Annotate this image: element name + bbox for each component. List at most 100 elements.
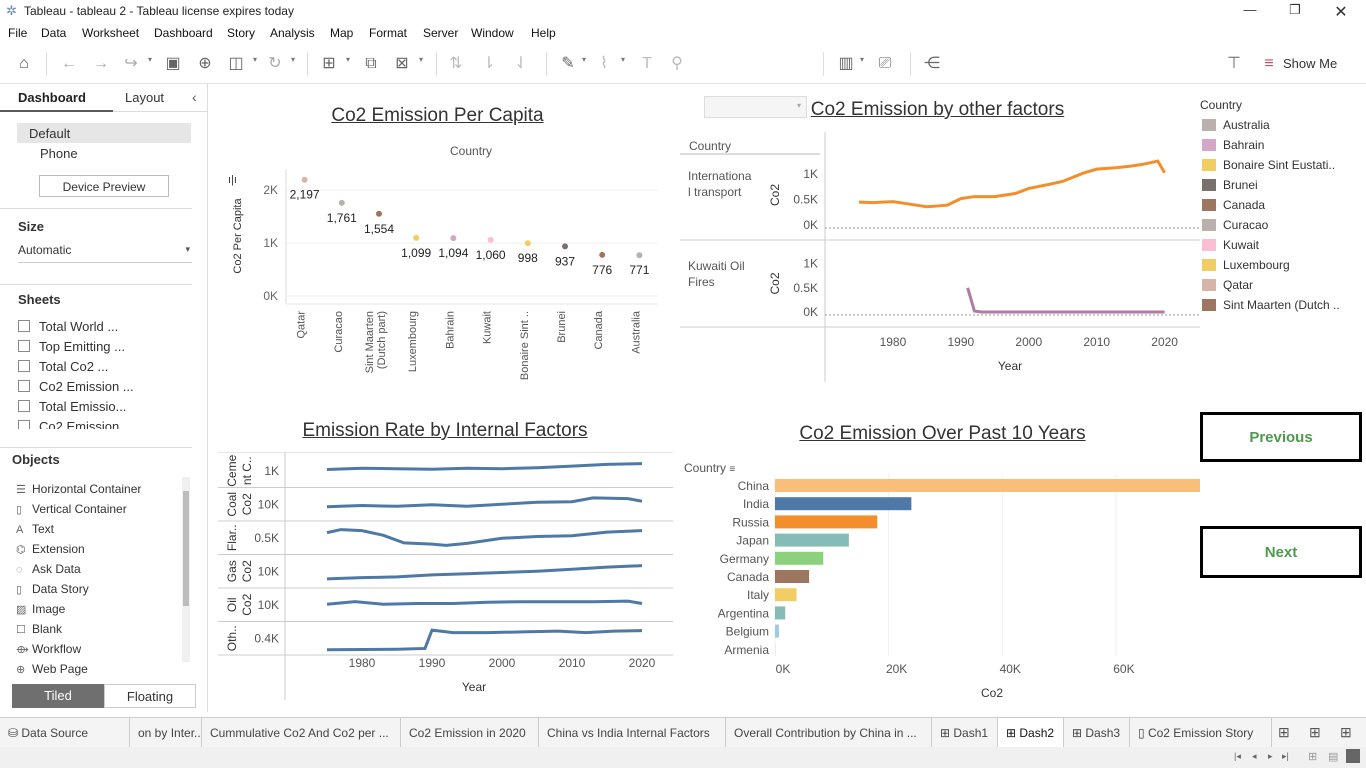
device-preview-button[interactable]: Device Preview bbox=[39, 175, 169, 197]
menu-dashboard[interactable]: Dashboard bbox=[154, 26, 213, 40]
collapse-panel-icon[interactable]: ‹ bbox=[192, 89, 197, 105]
show-mark-labels-icon[interactable]: T bbox=[637, 54, 657, 74]
pause-updates-icon[interactable]: ◫ bbox=[226, 54, 246, 74]
legend-item[interactable]: Qatar bbox=[1202, 277, 1362, 295]
legend-item[interactable]: Brunei bbox=[1202, 177, 1362, 195]
format-painter-icon[interactable]: ⊤ bbox=[1224, 54, 1244, 74]
legend-item[interactable]: Luxembourg bbox=[1202, 257, 1362, 275]
menu-worksheet[interactable]: Worksheet bbox=[82, 26, 139, 40]
object-data-story[interactable]: ▯ Data Story bbox=[16, 582, 181, 602]
sheet-tab[interactable]: ⛁ Data Source bbox=[0, 718, 130, 748]
legend-item[interactable]: Curacao bbox=[1202, 217, 1362, 235]
tiled-button[interactable]: Tiled bbox=[12, 684, 104, 708]
legend-item[interactable]: Bonaire Sint Eustati.. bbox=[1202, 157, 1362, 175]
prev-page-icon[interactable]: ◂ bbox=[1252, 751, 1257, 762]
new-worksheet-dropdown-icon[interactable]: ▾ bbox=[346, 55, 350, 64]
sheet-item[interactable]: Total World ... bbox=[18, 319, 188, 339]
next-page-icon[interactable]: ▸ bbox=[1268, 751, 1273, 762]
grid-view-icon[interactable]: ⊞ bbox=[1308, 750, 1317, 763]
sheet-tab[interactable]: ▯ Co2 Emission Story bbox=[1130, 718, 1272, 748]
menu-server[interactable]: Server bbox=[423, 26, 458, 40]
filmstrip-view-icon[interactable]: ▤ bbox=[1328, 750, 1338, 763]
new-worksheet-icon[interactable]: ⊞ bbox=[319, 54, 339, 74]
object-horizontal-container[interactable]: ☰ Horizontal Container bbox=[16, 482, 181, 502]
new-data-source-icon[interactable]: ⊕ bbox=[195, 54, 215, 74]
restore-icon[interactable]: ❐ bbox=[1285, 2, 1305, 20]
show-cards-icon[interactable]: ▥ bbox=[836, 54, 856, 74]
object-vertical-container[interactable]: ▯ Vertical Container bbox=[16, 502, 181, 522]
scrollbar-thumb[interactable] bbox=[183, 491, 189, 606]
new-worksheet-icon[interactable]: ⊞ bbox=[1278, 724, 1290, 741]
device-default[interactable]: Default bbox=[17, 123, 191, 143]
sheet-tab[interactable]: ⊞ Dash3 bbox=[1064, 718, 1130, 748]
size-dropdown[interactable]: Automatic ▾ bbox=[18, 243, 192, 263]
show-me-label[interactable]: Show Me bbox=[1283, 56, 1337, 71]
object-web-page[interactable]: ⊕ Web Page bbox=[16, 662, 181, 682]
show-me-icon[interactable]: ≡ bbox=[1259, 54, 1279, 74]
sort-ascending-icon[interactable]: ⇂ bbox=[479, 54, 499, 74]
new-story-icon[interactable]: ⊞ bbox=[1340, 724, 1352, 741]
undo-icon[interactable]: ← bbox=[59, 54, 79, 74]
sheet-item[interactable]: Total Co2 ... bbox=[18, 359, 188, 379]
minimize-icon[interactable]: — bbox=[1240, 2, 1260, 20]
redo-icon[interactable]: → bbox=[91, 54, 111, 74]
fix-axes-icon[interactable]: ⚲ bbox=[667, 54, 687, 74]
legend-item[interactable]: Australia bbox=[1202, 117, 1362, 135]
sort-descending-icon[interactable]: ⇃ bbox=[511, 54, 531, 74]
clear-sheet-icon[interactable]: ⊠ bbox=[392, 54, 412, 74]
share-icon[interactable]: ⋲ bbox=[922, 54, 942, 74]
object-workflow[interactable]: ⟴ Workflow bbox=[16, 642, 181, 662]
pause-dropdown-icon[interactable]: ▾ bbox=[253, 55, 257, 64]
sheet-tab[interactable]: Overall Contribution by China in ... bbox=[726, 718, 932, 748]
save-icon[interactable]: ▣ bbox=[163, 54, 183, 74]
object-ask-data[interactable]: ◌ Ask Data bbox=[16, 562, 181, 582]
clear-dropdown-icon[interactable]: ▾ bbox=[419, 55, 423, 64]
sheet-tab[interactable]: China vs India Internal Factors bbox=[539, 718, 726, 748]
presentation-mode-icon[interactable]: ⎚ bbox=[875, 54, 895, 74]
sheet-tab[interactable]: Cummulative Co2 And Co2 per ... bbox=[202, 718, 401, 748]
tab-view-icon[interactable] bbox=[1346, 749, 1360, 763]
object-text[interactable]: A Text bbox=[16, 522, 181, 542]
next-button[interactable]: Next bbox=[1200, 526, 1362, 578]
replay-icon[interactable]: ↪ bbox=[121, 54, 141, 74]
highlight-dropdown-icon[interactable]: ▾ bbox=[582, 55, 586, 64]
close-icon[interactable]: ✕ bbox=[1331, 2, 1351, 21]
sheet-item[interactable]: Co2 Emission bbox=[18, 419, 188, 429]
menu-analysis[interactable]: Analysis bbox=[270, 26, 315, 40]
group-dropdown-icon[interactable]: ▾ bbox=[621, 55, 625, 64]
first-page-icon[interactable]: |◂ bbox=[1234, 751, 1241, 762]
menu-map[interactable]: Map bbox=[330, 26, 353, 40]
new-dashboard-icon[interactable]: ⊞ bbox=[1309, 724, 1321, 741]
sheet-tab[interactable]: Co2 Emission in 2020 bbox=[401, 718, 539, 748]
object-image[interactable]: ▨ Image bbox=[16, 602, 181, 622]
swap-rows-columns-icon[interactable]: ⇅ bbox=[446, 54, 466, 74]
legend-item[interactable]: Canada bbox=[1202, 197, 1362, 215]
replay-dropdown-icon[interactable]: ▾ bbox=[148, 55, 152, 64]
device-phone[interactable]: Phone bbox=[40, 146, 78, 161]
tab-dashboard[interactable]: Dashboard bbox=[0, 84, 113, 112]
home-icon[interactable]: ⌂ bbox=[14, 54, 34, 74]
object-extension[interactable]: ⌬ Extension bbox=[16, 542, 181, 562]
sheet-item[interactable]: Total Emissio... bbox=[18, 399, 188, 419]
sheet-tab[interactable]: on by Inter... bbox=[130, 718, 202, 748]
menu-story[interactable]: Story bbox=[227, 26, 255, 40]
floating-button[interactable]: Floating bbox=[104, 684, 196, 708]
refresh-dropdown-icon[interactable]: ▾ bbox=[291, 55, 295, 64]
legend-item[interactable]: Bahrain bbox=[1202, 137, 1362, 155]
previous-button[interactable]: Previous bbox=[1200, 412, 1362, 462]
group-members-icon[interactable]: ⌇ bbox=[594, 54, 614, 74]
menu-window[interactable]: Window bbox=[471, 26, 514, 40]
legend-item[interactable]: Kuwait bbox=[1202, 237, 1362, 255]
sheet-item[interactable]: Top Emitting ... bbox=[18, 339, 188, 359]
last-page-icon[interactable]: ▸| bbox=[1282, 751, 1289, 762]
objects-scrollbar[interactable] bbox=[182, 477, 190, 662]
menu-help[interactable]: Help bbox=[531, 26, 556, 40]
highlight-icon[interactable]: ✎ bbox=[558, 54, 578, 74]
object-blank[interactable]: ☐ Blank bbox=[16, 622, 181, 642]
duplicate-icon[interactable]: ⧉ bbox=[361, 54, 381, 74]
menu-file[interactable]: File bbox=[8, 26, 27, 40]
menu-data[interactable]: Data bbox=[41, 26, 66, 40]
sheet-tab[interactable]: ⊞ Dash1 bbox=[932, 718, 998, 748]
menu-format[interactable]: Format bbox=[369, 26, 407, 40]
sheet-item[interactable]: Co2 Emission ... bbox=[18, 379, 188, 399]
